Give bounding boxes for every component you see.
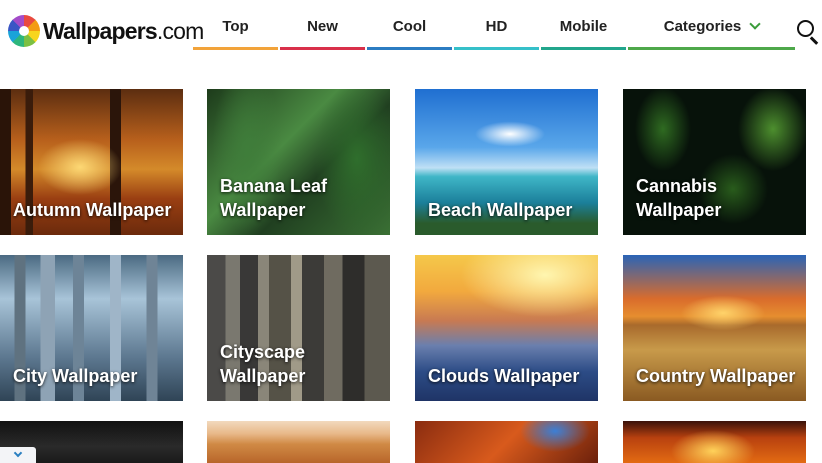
nav-tab-label: HD	[485, 17, 508, 35]
nav-tab-cool[interactable]: Cool	[367, 0, 452, 52]
nav-tab-top[interactable]: Top	[193, 0, 278, 52]
category-card-partial[interactable]	[207, 421, 390, 463]
category-card-banana-leaf[interactable]: Banana Leaf Wallpaper	[207, 89, 390, 235]
nav-tab-label: New	[307, 17, 338, 35]
nav-tab-categories[interactable]: Categories	[628, 0, 795, 52]
category-card-title: Country Wallpaper	[636, 366, 796, 386]
chevron-down-icon	[13, 448, 23, 458]
category-card-cityscape[interactable]: Cityscape Wallpaper	[207, 255, 390, 401]
category-card-title: Banana Leaf Wallpaper	[220, 176, 328, 220]
category-card-partial[interactable]	[415, 421, 598, 463]
category-card-title: Cityscape Wallpaper	[220, 342, 306, 386]
category-card-partial[interactable]	[623, 421, 806, 463]
nav-tab-label: Cool	[392, 17, 427, 35]
main-nav: Top New Cool HD Mobile Categories	[193, 0, 795, 52]
site-logo[interactable]: Wallpapers.com	[8, 14, 204, 48]
search-button[interactable]	[797, 20, 819, 45]
category-card-title: Clouds Wallpaper	[428, 366, 580, 386]
nav-tab-label: Categories	[663, 17, 742, 35]
category-card-beach[interactable]: Beach Wallpaper	[415, 89, 598, 235]
search-icon-handle	[810, 36, 819, 45]
nav-tab-mobile[interactable]: Mobile	[541, 0, 626, 52]
nav-tab-new[interactable]: New	[280, 0, 365, 52]
logo-color-wheel-icon	[8, 15, 40, 47]
scroll-down-button[interactable]	[0, 447, 36, 463]
category-card-title: Cannabis Wallpaper	[636, 176, 722, 220]
nav-tab-hd[interactable]: HD	[454, 0, 539, 52]
search-icon	[797, 20, 814, 37]
category-card-title: City Wallpaper	[13, 366, 138, 386]
category-card-city[interactable]: City Wallpaper	[0, 255, 183, 401]
nav-tab-label: Mobile	[559, 17, 608, 35]
logo-wordmark: Wallpapers.com	[43, 18, 204, 45]
category-card-title: Beach Wallpaper	[428, 200, 573, 220]
nav-tab-label: Top	[222, 17, 249, 35]
category-card-autumn[interactable]: Autumn Wallpaper	[0, 89, 183, 235]
site-header: Wallpapers.com Top New Cool HD Mobile Ca…	[0, 0, 822, 56]
category-card-cannabis[interactable]: Cannabis Wallpaper	[623, 89, 806, 235]
category-card-clouds[interactable]: Clouds Wallpaper	[415, 255, 598, 401]
chevron-down-icon	[749, 17, 761, 30]
category-card-country[interactable]: Country Wallpaper	[623, 255, 806, 401]
logo-name: Wallpapers	[43, 17, 158, 44]
category-card-title: Autumn Wallpaper	[13, 200, 172, 220]
